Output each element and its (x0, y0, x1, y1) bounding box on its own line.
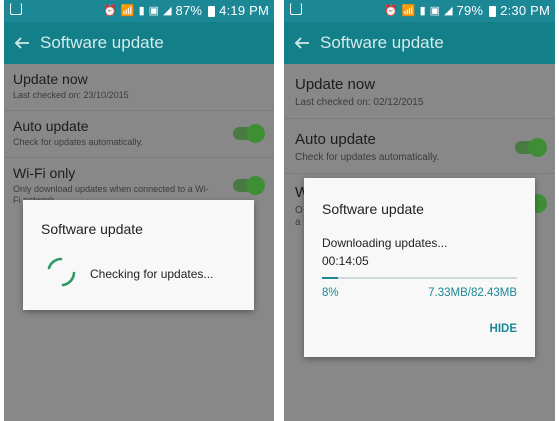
elapsed-time: 00:14:05 (322, 254, 369, 268)
list-item-auto-update[interactable]: Auto update Check for updates automatica… (284, 119, 555, 174)
app-bar: Software update (284, 22, 555, 64)
checking-dialog: Software update Checking for updates... (23, 200, 254, 310)
item-subtitle: O (295, 205, 303, 216)
item-title: Wi-Fi only (13, 165, 76, 181)
hide-button[interactable]: HIDE (490, 323, 517, 335)
dialog-title: Software update (322, 201, 424, 217)
item-subtitle: Last checked on: 02/12/2015 (295, 97, 424, 108)
data-icon: ▮ (138, 5, 145, 17)
phone-screen-left: ⏰ 📶 ▮ ▣ ◢ 87% 4:19 PM Software update Up… (4, 0, 274, 421)
loading-spinner-icon (47, 257, 76, 287)
item-subtitle-line2: a (295, 217, 301, 228)
battery-icon (489, 5, 497, 17)
auto-update-toggle[interactable] (233, 124, 265, 143)
toggle-knob (246, 124, 265, 143)
dialog-message: Checking for updates... (90, 267, 214, 281)
list-item-update-now[interactable]: Update now Last checked on: 23/10/2015 (4, 64, 274, 111)
toggle-knob (528, 138, 547, 157)
list-item-update-now[interactable]: Update now Last checked on: 02/12/2015 (284, 64, 555, 119)
back-arrow-icon[interactable] (294, 35, 310, 51)
alarm-icon: ⏰ (103, 5, 117, 17)
download-progress-bar (322, 277, 517, 279)
signal-icon: ◢ (163, 5, 172, 17)
battery-icon (208, 5, 216, 17)
item-title: Update now (13, 71, 88, 87)
item-title: Update now (295, 76, 376, 93)
back-arrow-icon[interactable] (14, 35, 30, 51)
progress-fill (322, 277, 338, 279)
download-size: 7.33MB/82.43MB (428, 287, 517, 299)
image-icon: ▣ (148, 5, 160, 17)
item-title: Auto update (295, 131, 376, 148)
phone-screen-right: ⏰ 📶 ▮ ▣ ◢ 79% 2:30 PM Software update Up… (284, 0, 555, 421)
status-bar: ⏰ 📶 ▮ ▣ ◢ 87% 4:19 PM (4, 0, 274, 22)
alarm-icon: ⏰ (384, 5, 398, 17)
data-icon: ▮ (419, 5, 426, 17)
battery-percent: 87% (175, 3, 203, 18)
item-subtitle: Check for updates automatically. (295, 152, 440, 163)
wifi-icon: 📶 (120, 5, 135, 17)
list-item-auto-update[interactable]: Auto update Check for updates automatica… (4, 111, 274, 158)
app-bar: Software update (4, 22, 274, 64)
auto-update-toggle[interactable] (515, 138, 547, 157)
app-bar-title: Software update (320, 33, 444, 52)
toggle-knob (246, 176, 265, 195)
download-dialog: Software update Downloading updates... 0… (304, 178, 535, 357)
item-title: Auto update (13, 118, 89, 134)
progress-percent: 8% (322, 287, 339, 299)
dialog-message: Downloading updates... (322, 236, 448, 250)
status-time: 2:30 PM (500, 3, 550, 18)
image-icon: ▣ (429, 5, 441, 17)
notification-icon (290, 3, 302, 15)
battery-percent: 79% (456, 3, 484, 18)
item-subtitle: Check for updates automatically. (13, 137, 143, 147)
wifi-only-toggle[interactable] (233, 176, 265, 195)
wifi-icon: 📶 (401, 5, 416, 17)
item-subtitle: Last checked on: 23/10/2015 (13, 90, 129, 100)
status-bar: ⏰ 📶 ▮ ▣ ◢ 79% 2:30 PM (284, 0, 555, 22)
app-bar-title: Software update (40, 33, 164, 52)
signal-icon: ◢ (444, 5, 453, 17)
notification-icon (10, 3, 22, 15)
status-time: 4:19 PM (219, 3, 269, 18)
item-subtitle: Only download updates when connected to … (13, 184, 209, 194)
dialog-title: Software update (41, 221, 143, 237)
